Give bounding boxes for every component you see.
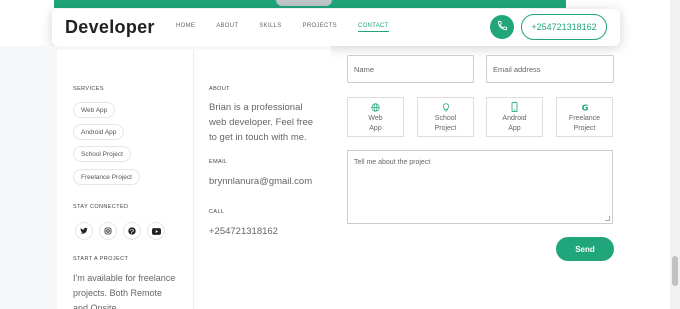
navbar: Developer HOME ABOUT SKILLS PROJECTS CON… [52,9,620,46]
nav-contact[interactable]: CONTACT [357,23,389,32]
service-option-line-1: Android [502,115,527,122]
service-option-line-1: Freelance [568,115,601,122]
hero-photo [276,0,332,6]
twitter-link[interactable] [75,222,93,240]
service-option-line-2: App [508,125,521,132]
lightbulb-icon [442,102,450,112]
textarea-resize-handle[interactable] [605,216,610,221]
service-option-label: Web App [368,114,382,134]
about-line-2: web developer. Feel free [209,117,314,128]
service-option-android-app[interactable]: Android App [486,97,543,137]
svg-text:G: G [581,102,588,112]
nav-links: HOME ABOUT SKILLS PROJECTS CONTACT [176,23,410,32]
service-option-label: Freelance Project [569,114,600,134]
phone-number-button[interactable]: +254721318162 [521,14,607,40]
name-input[interactable]: Name [347,55,474,83]
nav-projects[interactable]: PROJECTS [303,23,337,32]
stay-connected-heading: STAY CONNECTED [73,204,129,210]
about-text: Brian is a professional web developer. F… [209,100,329,145]
brand-logo[interactable]: Developer [65,17,155,38]
service-chip-freelance-project[interactable]: Freelance Project [73,169,140,185]
service-option-line-1: School [434,115,457,122]
service-chip-school-project[interactable]: School Project [73,146,131,162]
about-line-1: Brian is a professional [209,102,303,113]
call-number[interactable]: +254721318162 [209,224,278,239]
service-option-line-2: Project [573,125,596,132]
start-project-text: I'm available for freelance projects. Bo… [73,271,198,309]
service-option-line-2: App [369,125,382,132]
service-chip-web-app[interactable]: Web App [73,102,116,118]
service-option-web-app[interactable]: Web App [347,97,404,137]
service-option-freelance-project[interactable]: G Freelance Project [556,97,613,137]
scrollbar-thumb[interactable] [672,256,678,286]
instagram-link[interactable] [99,222,117,240]
twitter-icon [80,222,88,240]
message-placeholder: Tell me about the project [354,159,431,166]
service-option-label: School Project [435,114,457,134]
youtube-icon [151,222,161,240]
nav-home[interactable]: HOME [176,23,195,32]
youtube-link[interactable] [147,222,165,240]
send-button[interactable]: Send [556,237,614,261]
call-heading: CALL [209,209,225,215]
about-line-3: to get in touch with me. [209,132,307,143]
about-column: ABOUT Brian is a professional web develo… [194,50,331,309]
email-address[interactable]: brynnlanura@gmail.com [209,174,312,189]
service-option-school-project[interactable]: School Project [417,97,474,137]
start-project-line-1: I'm available for freelance [73,273,176,283]
pinterest-icon [128,222,136,240]
service-option-line-2: Project [434,125,457,132]
pinterest-link[interactable] [123,222,141,240]
project-message-textarea[interactable]: Tell me about the project [347,150,613,224]
google-icon: G [580,102,590,112]
globe-icon [371,102,380,112]
instagram-icon [104,222,112,240]
nav-skills[interactable]: SKILLS [259,23,281,32]
about-heading: ABOUT [209,86,230,92]
service-option-label: Android App [502,114,526,134]
nav-about[interactable]: ABOUT [216,23,238,32]
start-project-line-2: projects. Both Remote [73,288,163,298]
smartphone-icon [511,102,518,112]
phone-call-button[interactable] [490,15,514,39]
email-input[interactable]: Email address [486,55,614,83]
email-heading: EMAIL [209,159,228,165]
services-column: SERVICES Web App Android App School Proj… [57,50,194,309]
phone-icon [497,18,508,36]
service-chip-android-app[interactable]: Android App [73,124,125,140]
start-project-heading: START A PROJECT [73,256,129,262]
service-option-line-1: Web [368,115,383,122]
services-heading: SERVICES [73,86,104,92]
start-project-line-3: and Onsite [73,303,117,309]
